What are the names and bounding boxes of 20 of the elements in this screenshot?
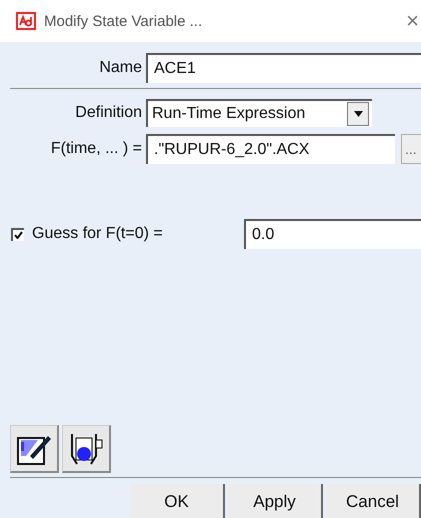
definition-label: Definition [74, 104, 143, 122]
dialog-button[interactable]: Apply [228, 484, 323, 518]
name-field[interactable]: ACE1 [146, 53, 421, 83]
definition-dropdown[interactable]: Run-Time Expression [146, 99, 372, 127]
caret-icon [354, 111, 362, 117]
guess-field[interactable]: 0.0 [244, 219, 421, 249]
plant-button[interactable] [62, 425, 111, 473]
app-logo-icon [16, 12, 36, 30]
name-label: Name [98, 59, 143, 77]
guess-checkbox[interactable] [11, 228, 24, 240]
function-label: F(time, ... ) = [50, 140, 143, 158]
dialog-button[interactable]: Cancel [326, 484, 421, 518]
tank-icon [68, 432, 104, 466]
function-field[interactable]: ."RUPUR-6_2.0".ACX [146, 134, 395, 164]
window-title: Modify State Variable ... [44, 12, 204, 30]
close-button[interactable]: × [406, 8, 419, 34]
dialog-button[interactable]: OK [130, 484, 225, 518]
guess-label: Guess for F(t=0) = [32, 225, 164, 243]
browse-button[interactable]: ... [401, 134, 421, 164]
edit-button[interactable] [10, 425, 59, 473]
